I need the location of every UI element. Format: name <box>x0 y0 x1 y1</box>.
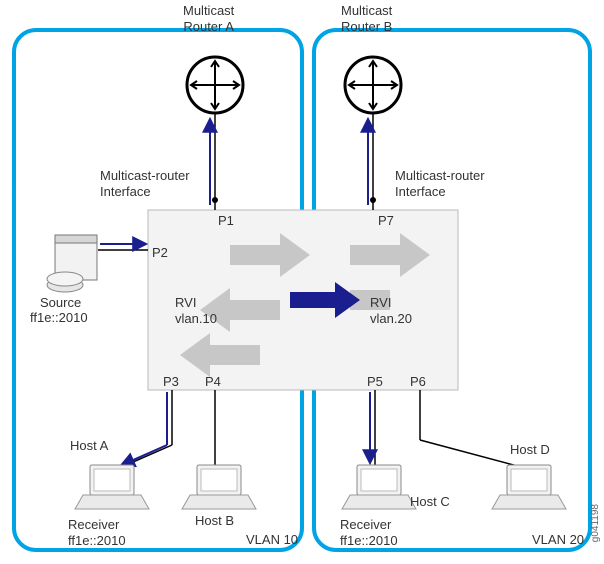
port-p1-label: P1 <box>218 213 234 229</box>
host-c-icon <box>342 465 416 509</box>
port-p5-label: P5 <box>367 374 383 390</box>
router-a-label: MulticastRouter A <box>183 3 234 34</box>
receiver-right-label: Receiverff1e::2010 <box>340 517 398 548</box>
router-b-label: MulticastRouter B <box>341 3 392 34</box>
source-server-icon <box>47 235 97 292</box>
host-a-icon <box>75 465 149 509</box>
host-b-icon <box>182 465 256 509</box>
host-b-label: Host B <box>195 513 234 529</box>
source-addr-label: ff1e::2010 <box>30 310 88 326</box>
port-p3-label: P3 <box>163 374 179 390</box>
host-d-icon <box>492 465 566 509</box>
vlan20-label: VLAN 20 <box>532 532 584 548</box>
multicast-router-b <box>345 57 401 113</box>
receiver-left-label: Receiverff1e::2010 <box>68 517 126 548</box>
rvi-left-label: RVIvlan.10 <box>175 295 217 326</box>
source-name-label: Source <box>40 295 81 311</box>
mr-interface-left-label: Multicast-routerInterface <box>100 168 190 199</box>
port-p7-label: P7 <box>378 213 394 229</box>
port-p2-label: P2 <box>152 245 168 261</box>
rvi-right-label: RVIvlan.20 <box>370 295 412 326</box>
host-a-label: Host A <box>70 438 108 454</box>
port-p4-label: P4 <box>205 374 221 390</box>
multicast-router-a <box>187 57 243 113</box>
host-d-label: Host D <box>510 442 550 458</box>
mr-interface-right-label: Multicast-routerInterface <box>395 168 485 199</box>
vlan10-label: VLAN 10 <box>246 532 298 548</box>
port-p6-label: P6 <box>410 374 426 390</box>
host-c-label: Host C <box>410 494 450 510</box>
network-diagram <box>0 0 604 564</box>
image-id-label: g041198 <box>590 504 602 542</box>
